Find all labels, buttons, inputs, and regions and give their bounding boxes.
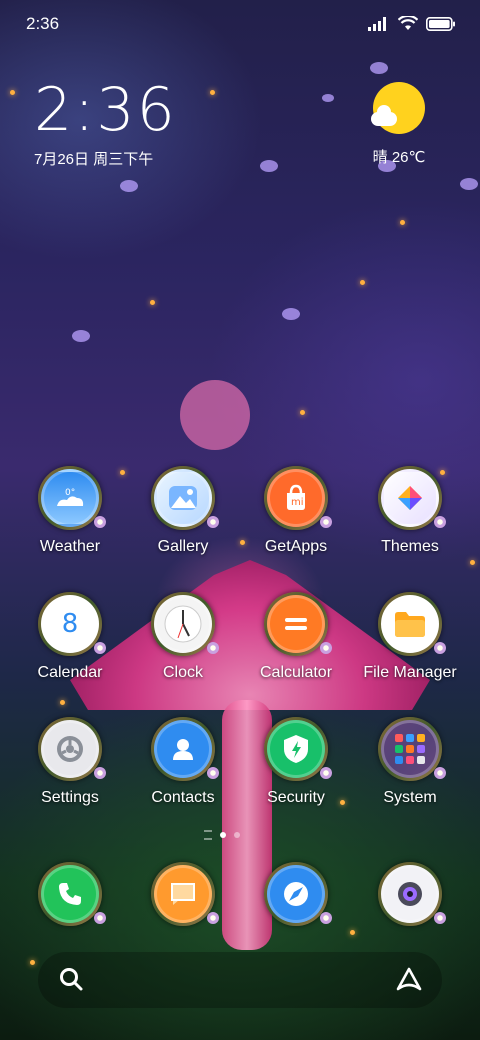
- app-gallery[interactable]: Gallery: [128, 466, 238, 556]
- status-icons: [368, 16, 456, 31]
- page-indicator: [204, 830, 240, 840]
- battery-icon: [426, 16, 455, 31]
- status-bar: 2:36: [0, 0, 480, 50]
- app-calculator[interactable]: Calculator: [241, 592, 351, 682]
- dock-messages[interactable]: [128, 862, 238, 926]
- app-label: Weather: [39, 538, 101, 555]
- settings-icon: [41, 720, 99, 778]
- dock-browser[interactable]: [241, 862, 351, 926]
- security-icon: [267, 720, 325, 778]
- app-label: Calculator: [259, 664, 333, 681]
- signal-icon: [368, 16, 386, 31]
- clock-widget-date: 7月26日 周三下午: [34, 151, 154, 168]
- clock-widget-time: 2:36: [34, 75, 177, 145]
- contacts-icon: [154, 720, 212, 778]
- weather-widget[interactable]: 晴 26℃: [354, 82, 444, 167]
- app-label: Calendar: [37, 664, 103, 681]
- phone-icon: [41, 865, 99, 923]
- app-label: System: [383, 789, 437, 806]
- dock-phone[interactable]: [15, 862, 125, 926]
- page-indicator-active[interactable]: [220, 832, 226, 838]
- wifi-icon: [398, 16, 418, 30]
- weather-temp: 26℃: [391, 149, 426, 166]
- calculator-icon: [267, 595, 325, 653]
- app-file-manager[interactable]: File Manager: [355, 592, 465, 682]
- assistant-icon: [396, 967, 422, 991]
- app-weather[interactable]: 0° Weather: [15, 466, 125, 556]
- weather-condition: 晴: [372, 149, 388, 166]
- app-getapps[interactable]: mi GetApps: [241, 466, 351, 556]
- dock-assistant-button[interactable]: [394, 966, 424, 997]
- search-icon: [60, 968, 83, 991]
- system-folder-icon: [381, 720, 439, 778]
- page-indicator-dot[interactable]: [234, 832, 240, 838]
- calendar-icon: 8: [41, 595, 99, 653]
- getapps-icon: mi: [267, 469, 325, 527]
- weather-summary: 晴 26℃: [354, 146, 444, 167]
- browser-icon: [267, 865, 325, 923]
- app-label: Gallery: [157, 538, 209, 555]
- calendar-day: 8: [61, 609, 79, 639]
- camera-icon: [381, 865, 439, 923]
- app-label: Clock: [162, 664, 203, 681]
- app-label: GetApps: [264, 538, 328, 555]
- app-calendar[interactable]: 8 Calendar: [15, 592, 125, 682]
- app-label: Themes: [381, 538, 439, 555]
- svg-text:0°: 0°: [65, 488, 75, 498]
- dock-search-button[interactable]: [58, 966, 84, 997]
- app-settings[interactable]: Settings: [15, 717, 125, 807]
- page-indicator-feed[interactable]: [204, 830, 212, 840]
- app-label: Settings: [41, 789, 99, 806]
- clock-widget[interactable]: 2:36 7月26日 周三下午: [34, 78, 177, 169]
- app-folder-system[interactable]: System: [355, 717, 465, 807]
- app-clock[interactable]: Clock: [128, 592, 238, 682]
- app-contacts[interactable]: Contacts: [128, 717, 238, 807]
- clock-icon: [154, 595, 212, 653]
- status-time: 2:36: [26, 14, 60, 33]
- dock-bar: [38, 952, 442, 1008]
- svg-text:mi: mi: [291, 497, 304, 508]
- file-manager-icon: [381, 595, 439, 653]
- gallery-icon: [154, 469, 212, 527]
- app-security[interactable]: Security: [241, 717, 351, 807]
- app-themes[interactable]: Themes: [355, 466, 465, 556]
- themes-icon: [381, 469, 439, 527]
- app-label: File Manager: [363, 664, 457, 681]
- app-label: Security: [267, 789, 325, 806]
- sunny-icon: [371, 82, 425, 134]
- weather-icon: 0°: [41, 469, 99, 527]
- app-label: Contacts: [151, 789, 215, 806]
- messages-icon: [154, 865, 212, 923]
- dock-camera[interactable]: [355, 862, 465, 926]
